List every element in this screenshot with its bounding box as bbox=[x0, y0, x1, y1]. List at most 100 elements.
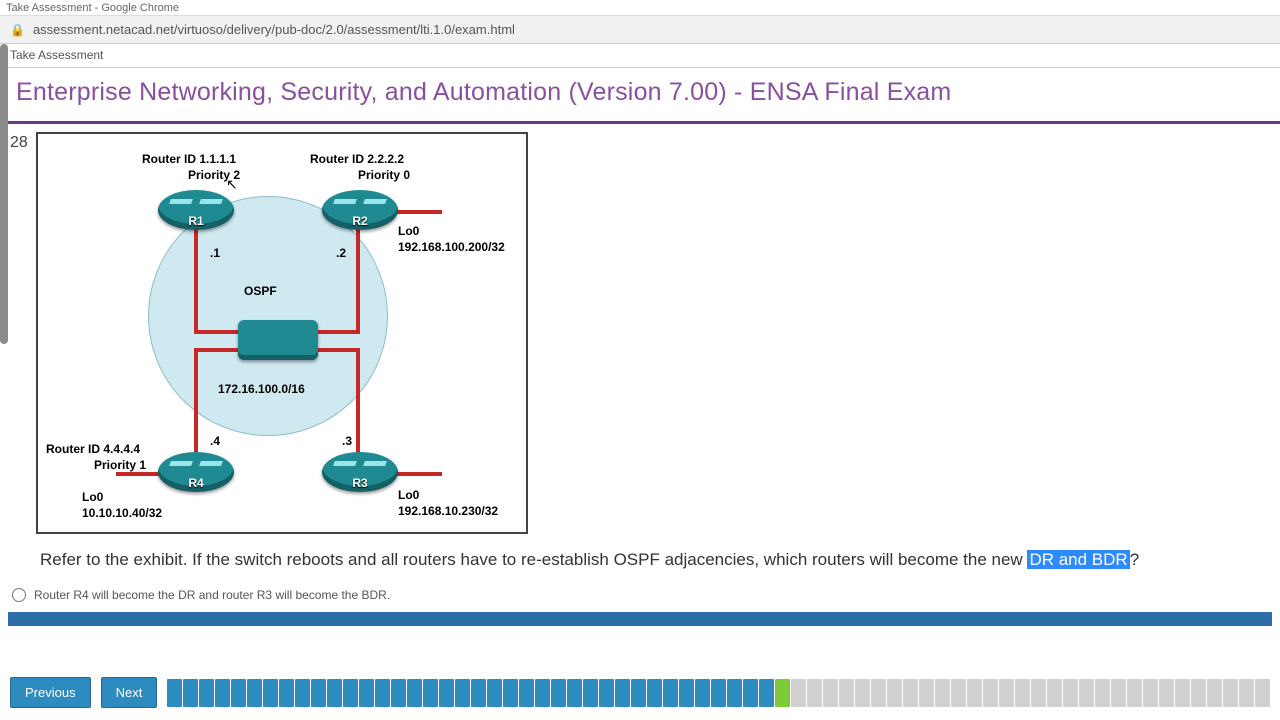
progress-tick[interactable] bbox=[1079, 679, 1094, 707]
question-text: Refer to the exhibit. If the switch rebo… bbox=[0, 534, 1280, 582]
progress-tick[interactable] bbox=[871, 679, 886, 707]
router-label: R3 bbox=[352, 476, 367, 490]
progress-tick[interactable] bbox=[327, 679, 342, 707]
question-pre: Refer to the exhibit. If the switch rebo… bbox=[40, 550, 1027, 569]
progress-tick[interactable] bbox=[1047, 679, 1062, 707]
progress-tick[interactable] bbox=[407, 679, 422, 707]
progress-tick[interactable] bbox=[967, 679, 982, 707]
progress-tick[interactable] bbox=[375, 679, 390, 707]
progress-tick[interactable] bbox=[423, 679, 438, 707]
progress-tick[interactable] bbox=[1223, 679, 1238, 707]
progress-tick[interactable] bbox=[679, 679, 694, 707]
question-post: ? bbox=[1130, 550, 1139, 569]
previous-button[interactable]: Previous bbox=[10, 677, 91, 708]
footer-nav: Previous Next bbox=[10, 677, 1270, 708]
progress-tick[interactable] bbox=[999, 679, 1014, 707]
progress-tick[interactable] bbox=[631, 679, 646, 707]
progress-tick[interactable] bbox=[439, 679, 454, 707]
progress-tick[interactable] bbox=[1239, 679, 1254, 707]
progress-tick[interactable] bbox=[391, 679, 406, 707]
answer-option[interactable]: Router R4 will become the DR and router … bbox=[0, 582, 1280, 612]
progress-tick[interactable] bbox=[247, 679, 262, 707]
progress-bar[interactable] bbox=[167, 679, 1270, 707]
progress-tick[interactable] bbox=[1127, 679, 1142, 707]
r2-host: .2 bbox=[336, 246, 346, 260]
progress-tick[interactable] bbox=[1159, 679, 1174, 707]
answer-radio[interactable] bbox=[12, 588, 26, 602]
progress-tick[interactable] bbox=[167, 679, 182, 707]
progress-tick[interactable] bbox=[359, 679, 374, 707]
progress-tick[interactable] bbox=[1175, 679, 1190, 707]
progress-tick[interactable] bbox=[1031, 679, 1046, 707]
page-title: Enterprise Networking, Security, and Aut… bbox=[0, 68, 1280, 121]
progress-tick[interactable] bbox=[343, 679, 358, 707]
progress-tick[interactable] bbox=[1191, 679, 1206, 707]
progress-tick[interactable] bbox=[1255, 679, 1270, 707]
r4-lo: Lo0 bbox=[82, 490, 103, 504]
progress-tick[interactable] bbox=[487, 679, 502, 707]
progress-tick[interactable] bbox=[663, 679, 678, 707]
progress-tick[interactable] bbox=[231, 679, 246, 707]
progress-tick[interactable] bbox=[1111, 679, 1126, 707]
app-tab[interactable]: Take Assessment bbox=[0, 44, 1280, 68]
progress-tick[interactable] bbox=[279, 679, 294, 707]
switch-icon bbox=[238, 320, 318, 360]
progress-tick-current[interactable] bbox=[775, 679, 790, 707]
r3-lo-addr: 192.168.10.230/32 bbox=[398, 504, 498, 518]
progress-tick[interactable] bbox=[839, 679, 854, 707]
progress-tick[interactable] bbox=[471, 679, 486, 707]
progress-tick[interactable] bbox=[855, 679, 870, 707]
ospf-label: OSPF bbox=[244, 284, 277, 298]
network-diagram: R1 R2 R3 R4 Router ID 1.1.1.1 Priority 2… bbox=[36, 132, 528, 534]
url-text: assessment.netacad.net/virtuoso/delivery… bbox=[33, 22, 515, 37]
progress-tick[interactable] bbox=[311, 679, 326, 707]
progress-tick[interactable] bbox=[215, 679, 230, 707]
progress-tick[interactable] bbox=[1143, 679, 1158, 707]
page-scrollbar[interactable] bbox=[0, 44, 8, 344]
progress-tick[interactable] bbox=[1095, 679, 1110, 707]
question-number: 28 bbox=[8, 132, 36, 534]
progress-tick[interactable] bbox=[711, 679, 726, 707]
progress-tick[interactable] bbox=[455, 679, 470, 707]
next-button[interactable]: Next bbox=[101, 677, 158, 708]
progress-tick[interactable] bbox=[983, 679, 998, 707]
progress-tick[interactable] bbox=[791, 679, 806, 707]
progress-tick[interactable] bbox=[887, 679, 902, 707]
router-label: R4 bbox=[188, 476, 203, 490]
progress-tick[interactable] bbox=[535, 679, 550, 707]
address-bar[interactable]: 🔒 assessment.netacad.net/virtuoso/delive… bbox=[0, 16, 1280, 44]
progress-tick[interactable] bbox=[919, 679, 934, 707]
progress-tick[interactable] bbox=[823, 679, 838, 707]
window-title: Take Assessment - Google Chrome bbox=[6, 2, 179, 14]
cable bbox=[194, 348, 198, 458]
progress-tick[interactable] bbox=[199, 679, 214, 707]
progress-tick[interactable] bbox=[807, 679, 822, 707]
progress-tick[interactable] bbox=[951, 679, 966, 707]
progress-tick[interactable] bbox=[295, 679, 310, 707]
progress-tick[interactable] bbox=[583, 679, 598, 707]
progress-tick[interactable] bbox=[935, 679, 950, 707]
cable bbox=[194, 224, 198, 334]
progress-tick[interactable] bbox=[1207, 679, 1222, 707]
ospf-area bbox=[148, 196, 388, 436]
progress-tick[interactable] bbox=[519, 679, 534, 707]
progress-tick[interactable] bbox=[695, 679, 710, 707]
progress-tick[interactable] bbox=[743, 679, 758, 707]
r1-id: Router ID 1.1.1.1 bbox=[142, 152, 236, 166]
progress-tick[interactable] bbox=[759, 679, 774, 707]
progress-tick[interactable] bbox=[183, 679, 198, 707]
router-r3-icon: R3 bbox=[322, 452, 398, 492]
progress-tick[interactable] bbox=[599, 679, 614, 707]
progress-tick[interactable] bbox=[647, 679, 662, 707]
progress-tick[interactable] bbox=[551, 679, 566, 707]
progress-tick[interactable] bbox=[903, 679, 918, 707]
progress-tick[interactable] bbox=[1063, 679, 1078, 707]
router-label: R2 bbox=[352, 214, 367, 228]
r4-lo-addr: 10.10.10.40/32 bbox=[82, 506, 162, 520]
progress-tick[interactable] bbox=[567, 679, 582, 707]
progress-tick[interactable] bbox=[1015, 679, 1030, 707]
progress-tick[interactable] bbox=[263, 679, 278, 707]
progress-tick[interactable] bbox=[503, 679, 518, 707]
progress-tick[interactable] bbox=[727, 679, 742, 707]
progress-tick[interactable] bbox=[615, 679, 630, 707]
